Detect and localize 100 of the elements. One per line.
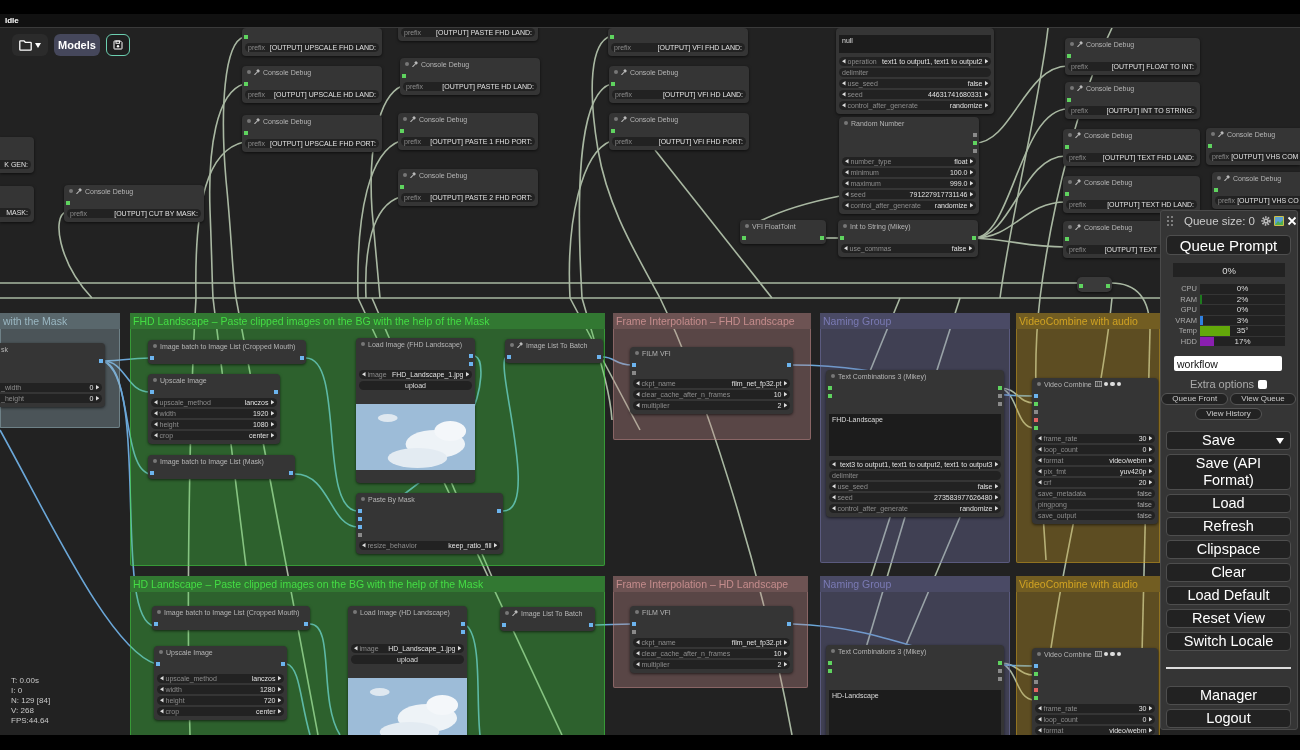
group-area[interactable]	[130, 576, 605, 735]
collapse-dot-icon[interactable]	[159, 650, 163, 654]
input-slot-icon[interactable]	[632, 630, 636, 634]
input-slot-icon[interactable]	[1034, 688, 1038, 692]
collapse-dot-icon[interactable]	[1068, 133, 1072, 137]
drag-handle-icon[interactable]	[1167, 215, 1173, 226]
increment-arrow-icon[interactable]	[984, 81, 988, 86]
collapse-dot-icon[interactable]	[1037, 652, 1041, 656]
increment-arrow-icon[interactable]	[95, 396, 99, 401]
save-workflow-button[interactable]	[105, 34, 130, 56]
input-slot-icon[interactable]	[840, 236, 844, 240]
decrement-arrow-icon[interactable]	[842, 59, 846, 64]
panel-button[interactable]: Logout	[1166, 709, 1291, 728]
decrement-arrow-icon[interactable]	[1038, 717, 1042, 722]
collapse-dot-icon[interactable]	[157, 610, 161, 614]
reroute-node[interactable]	[1077, 277, 1112, 292]
decrement-arrow-icon[interactable]	[832, 462, 836, 467]
increment-arrow-icon[interactable]	[277, 709, 281, 714]
input-slot-icon[interactable]	[1034, 394, 1038, 398]
collapse-dot-icon[interactable]	[353, 610, 357, 614]
decrement-arrow-icon[interactable]	[845, 203, 849, 208]
input-slot-icon[interactable]	[66, 201, 70, 205]
collapse-dot-icon[interactable]	[1037, 382, 1041, 386]
collapse-dot-icon[interactable]	[1211, 132, 1215, 136]
decrement-arrow-icon[interactable]	[842, 92, 846, 97]
increment-arrow-icon[interactable]	[1148, 469, 1152, 474]
decrement-arrow-icon[interactable]	[154, 433, 158, 438]
input-slot-icon[interactable]	[828, 394, 832, 398]
decrement-arrow-icon[interactable]	[845, 192, 849, 197]
input-slot-icon[interactable]	[632, 363, 636, 367]
increment-arrow-icon[interactable]	[465, 372, 469, 377]
input-slot-icon[interactable]	[1214, 188, 1218, 192]
decrement-arrow-icon[interactable]	[154, 400, 158, 405]
decrement-arrow-icon[interactable]	[160, 698, 164, 703]
input-slot-icon[interactable]	[828, 669, 832, 673]
small-button[interactable]: View History	[1195, 408, 1262, 420]
input-slot-icon[interactable]	[1067, 54, 1071, 58]
models-button[interactable]: Models	[54, 34, 100, 56]
increment-arrow-icon[interactable]	[969, 192, 973, 197]
increment-arrow-icon[interactable]	[270, 400, 274, 405]
close-icon[interactable]	[1286, 215, 1297, 226]
input-slot-icon[interactable]	[742, 236, 746, 240]
collapse-dot-icon[interactable]	[361, 342, 365, 346]
input-slot-icon[interactable]	[502, 623, 506, 627]
collapse-dot-icon[interactable]	[247, 70, 251, 74]
panel-button[interactable]: Clear	[1166, 563, 1291, 582]
input-slot-icon[interactable]	[611, 129, 615, 133]
group-area[interactable]	[130, 313, 605, 566]
decrement-arrow-icon[interactable]	[636, 381, 640, 386]
input-slot-icon[interactable]	[1065, 145, 1069, 149]
decrement-arrow-icon[interactable]	[160, 676, 164, 681]
decrement-arrow-icon[interactable]	[842, 81, 846, 86]
save-dropdown-button[interactable]	[1270, 431, 1291, 450]
decrement-arrow-icon[interactable]	[354, 646, 358, 651]
input-slot-icon[interactable]	[1065, 192, 1069, 196]
increment-arrow-icon[interactable]	[783, 662, 787, 667]
increment-arrow-icon[interactable]	[783, 640, 787, 645]
input-slot-icon[interactable]	[1034, 410, 1038, 414]
input-slot-icon[interactable]	[1034, 672, 1038, 676]
input-slot-icon[interactable]	[632, 622, 636, 626]
decrement-arrow-icon[interactable]	[160, 687, 164, 692]
increment-arrow-icon[interactable]	[984, 59, 988, 64]
decrement-arrow-icon[interactable]	[1038, 436, 1042, 441]
collapse-dot-icon[interactable]	[614, 117, 618, 121]
increment-arrow-icon[interactable]	[783, 381, 787, 386]
input-slot-icon[interactable]	[156, 662, 160, 666]
decrement-arrow-icon[interactable]	[832, 495, 836, 500]
increment-arrow-icon[interactable]	[984, 103, 988, 108]
collapse-dot-icon[interactable]	[403, 173, 407, 177]
input-slot-icon[interactable]	[150, 356, 154, 360]
input-slot-icon[interactable]	[1034, 402, 1038, 406]
input-slot-icon[interactable]	[358, 509, 362, 513]
input-slot-icon[interactable]	[244, 82, 248, 86]
increment-arrow-icon[interactable]	[783, 651, 787, 656]
decrement-arrow-icon[interactable]	[842, 103, 846, 108]
increment-arrow-icon[interactable]	[968, 246, 972, 251]
input-slot-icon[interactable]	[400, 185, 404, 189]
decrement-arrow-icon[interactable]	[1038, 458, 1042, 463]
collapse-dot-icon[interactable]	[361, 497, 365, 501]
input-slot-icon[interactable]	[1034, 418, 1038, 422]
input-slot-icon[interactable]	[358, 525, 362, 529]
decrement-arrow-icon[interactable]	[832, 506, 836, 511]
collapse-dot-icon[interactable]	[505, 611, 509, 615]
input-slot-icon[interactable]	[632, 371, 636, 375]
increment-arrow-icon[interactable]	[969, 203, 973, 208]
input-slot-icon[interactable]	[828, 386, 832, 390]
collapse-dot-icon[interactable]	[1068, 180, 1072, 184]
collapse-dot-icon[interactable]	[635, 610, 639, 614]
small-button[interactable]: View Queue	[1230, 393, 1296, 405]
panel-button[interactable]: Save (API Format)	[1166, 454, 1291, 490]
decrement-arrow-icon[interactable]	[832, 484, 836, 489]
decrement-arrow-icon[interactable]	[154, 422, 158, 427]
decrement-arrow-icon[interactable]	[362, 372, 366, 377]
decrement-arrow-icon[interactable]	[636, 403, 640, 408]
input-slot-icon[interactable]	[150, 471, 154, 475]
collapse-dot-icon[interactable]	[510, 343, 514, 347]
collapse-dot-icon[interactable]	[69, 189, 73, 193]
input-slot-icon[interactable]	[402, 74, 406, 78]
input-slot-icon[interactable]	[358, 517, 362, 521]
extra-options-checkbox[interactable]	[1258, 379, 1268, 389]
